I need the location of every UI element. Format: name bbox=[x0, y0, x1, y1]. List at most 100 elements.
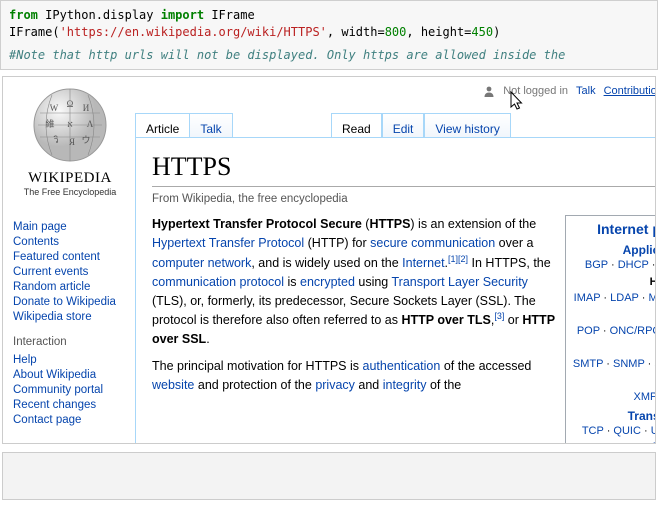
text: or bbox=[504, 313, 522, 327]
infobox-link[interactable]: SNMP bbox=[613, 358, 645, 370]
wikipedia-page: Not logged in Talk Contributions Create … bbox=[3, 77, 656, 444]
link-website[interactable]: website bbox=[152, 378, 194, 392]
text: In HTTPS, the bbox=[468, 256, 551, 270]
code-text: IPython.display bbox=[38, 8, 161, 22]
code-text: ) bbox=[493, 25, 500, 39]
sidebar-nav: Main pageContentsFeatured contentCurrent… bbox=[13, 219, 129, 427]
text: over a bbox=[495, 236, 533, 250]
nav-section-head: Interaction bbox=[13, 336, 129, 348]
nav-link[interactable]: Contents bbox=[13, 234, 129, 249]
link-authentication[interactable]: authentication bbox=[363, 359, 441, 373]
bold-text: HTTP over TLS bbox=[401, 313, 490, 327]
nav-link[interactable]: Wikipedia store bbox=[13, 309, 129, 324]
top-contributions-link[interactable]: Contributions bbox=[604, 85, 656, 97]
link-http[interactable]: Hypertext Transfer Protocol bbox=[152, 236, 304, 250]
article-content: HTTPS From Wikipedia, the free encyclope… bbox=[135, 137, 656, 444]
infobox-link[interactable]: UDP bbox=[651, 425, 656, 437]
infobox: Internet protocol suite Application laye… bbox=[565, 215, 656, 444]
nav-link[interactable]: Donate to Wikipedia bbox=[13, 294, 129, 309]
infobox-link[interactable]: IMAP bbox=[574, 292, 601, 304]
svg-text:ウ: ウ bbox=[81, 135, 90, 145]
link-privacy[interactable]: privacy bbox=[315, 378, 355, 392]
code-num: 450 bbox=[471, 25, 493, 39]
infobox-app-head[interactable]: Application layer bbox=[570, 243, 656, 257]
code-cell: from IPython.display import IFrame IFram… bbox=[0, 0, 658, 70]
code-text: IFrame( bbox=[9, 25, 60, 39]
text: ) is an extension of the bbox=[410, 217, 536, 231]
page-subtitle: From Wikipedia, the free encyclopedia bbox=[152, 193, 656, 205]
svg-text:วิ: วิ bbox=[53, 135, 58, 145]
logo-subtitle: The Free Encyclopedia bbox=[11, 187, 129, 197]
svg-text:維: 維 bbox=[45, 118, 54, 129]
top-talk-link[interactable]: Talk bbox=[576, 85, 596, 97]
svg-text:א: א bbox=[67, 119, 73, 129]
link-internet[interactable]: Internet bbox=[402, 256, 444, 270]
svg-text:W: W bbox=[50, 103, 59, 113]
text: (HTTP) for bbox=[304, 236, 370, 250]
infobox-link[interactable]: RSVP bbox=[653, 441, 656, 444]
link-secure-comm[interactable]: secure communication bbox=[370, 236, 495, 250]
nav-link[interactable]: About Wikipedia bbox=[13, 367, 129, 382]
link-tls[interactable]: Transport Layer Security bbox=[392, 275, 528, 289]
text: using bbox=[355, 275, 392, 289]
kw-from: from bbox=[9, 8, 38, 22]
bold-text: HTTPS bbox=[369, 217, 410, 231]
ref-sup[interactable]: [1][2] bbox=[448, 254, 468, 264]
article-body: Hypertext Transfer Protocol Secure (HTTP… bbox=[152, 215, 555, 444]
nav-link[interactable]: Community portal bbox=[13, 382, 129, 397]
logo-area[interactable]: WΩИ 維 א Λ วิ Яウ WIKIPEDIA The Free Encyclop… bbox=[11, 85, 129, 197]
logo-title: WIKIPEDIA bbox=[11, 170, 129, 187]
top-user-bar: Not logged in Talk Contributions Create … bbox=[483, 85, 656, 97]
user-icon bbox=[483, 85, 495, 97]
svg-text:Я: Я bbox=[69, 137, 75, 147]
ref-sup[interactable]: [3] bbox=[494, 311, 504, 321]
nav-link[interactable]: Main page bbox=[13, 219, 129, 234]
text: is bbox=[284, 275, 300, 289]
svg-text:И: И bbox=[83, 103, 90, 113]
infobox-link[interactable]: SSH bbox=[654, 358, 656, 370]
link-integrity[interactable]: integrity bbox=[383, 378, 427, 392]
nav-link[interactable]: Random article bbox=[13, 279, 129, 294]
infobox-link[interactable]: DHCP bbox=[618, 259, 649, 271]
text: , and is widely used on the bbox=[251, 256, 402, 270]
infobox-title[interactable]: Internet protocol suite bbox=[570, 218, 656, 240]
nav-link[interactable]: Help bbox=[13, 352, 129, 367]
infobox-link[interactable]: LDAP bbox=[610, 292, 639, 304]
not-logged-in-label: Not logged in bbox=[503, 85, 568, 97]
wikipedia-globe-icon: WΩИ 維 א Λ วิ Яウ bbox=[30, 85, 110, 165]
infobox-link[interactable]: POP bbox=[577, 325, 600, 337]
code-text: , width= bbox=[327, 25, 385, 39]
text: and bbox=[355, 378, 383, 392]
link-comm-protocol[interactable]: communication protocol bbox=[152, 275, 284, 289]
text: of the bbox=[427, 378, 462, 392]
infobox-link[interactable]: ONC/RPC bbox=[610, 325, 656, 337]
text: . bbox=[206, 332, 209, 346]
text: The principal motivation for HTTPS is bbox=[152, 359, 363, 373]
nav-link[interactable]: Featured content bbox=[13, 249, 129, 264]
code-text: , height= bbox=[406, 25, 471, 39]
infobox-link[interactable]: MGCP bbox=[648, 292, 656, 304]
infobox-link[interactable]: SMTP bbox=[573, 358, 603, 370]
svg-text:Λ: Λ bbox=[87, 119, 94, 129]
bold-text: Hypertext Transfer Protocol Secure bbox=[152, 217, 362, 231]
kw-import: import bbox=[161, 8, 204, 22]
code-comment: #Note that http urls will not be display… bbox=[9, 47, 649, 64]
infobox-trans-head[interactable]: Transport layer bbox=[570, 409, 656, 423]
output-scroll-area[interactable] bbox=[2, 452, 656, 500]
code-string: 'https://en.wikipedia.org/wiki/HTTPS' bbox=[60, 25, 327, 39]
infobox-link[interactable]: XMPP bbox=[634, 391, 657, 403]
link-computer-network[interactable]: computer network bbox=[152, 256, 251, 270]
infobox-link[interactable]: BGP bbox=[585, 259, 608, 271]
infobox-link[interactable]: QUIC bbox=[613, 425, 641, 437]
svg-text:Ω: Ω bbox=[67, 99, 74, 109]
infobox-self: HTTPS bbox=[650, 276, 656, 288]
nav-link[interactable]: Current events bbox=[13, 264, 129, 279]
text: and protection of the bbox=[194, 378, 315, 392]
page-title: HTTPS bbox=[152, 152, 656, 187]
nav-link[interactable]: Recent changes bbox=[13, 397, 129, 412]
link-encrypted[interactable]: encrypted bbox=[300, 275, 355, 289]
text: of the accessed bbox=[440, 359, 531, 373]
iframe-output: Not logged in Talk Contributions Create … bbox=[2, 76, 656, 444]
infobox-link[interactable]: TCP bbox=[582, 425, 604, 437]
nav-link[interactable]: Contact page bbox=[13, 412, 129, 427]
